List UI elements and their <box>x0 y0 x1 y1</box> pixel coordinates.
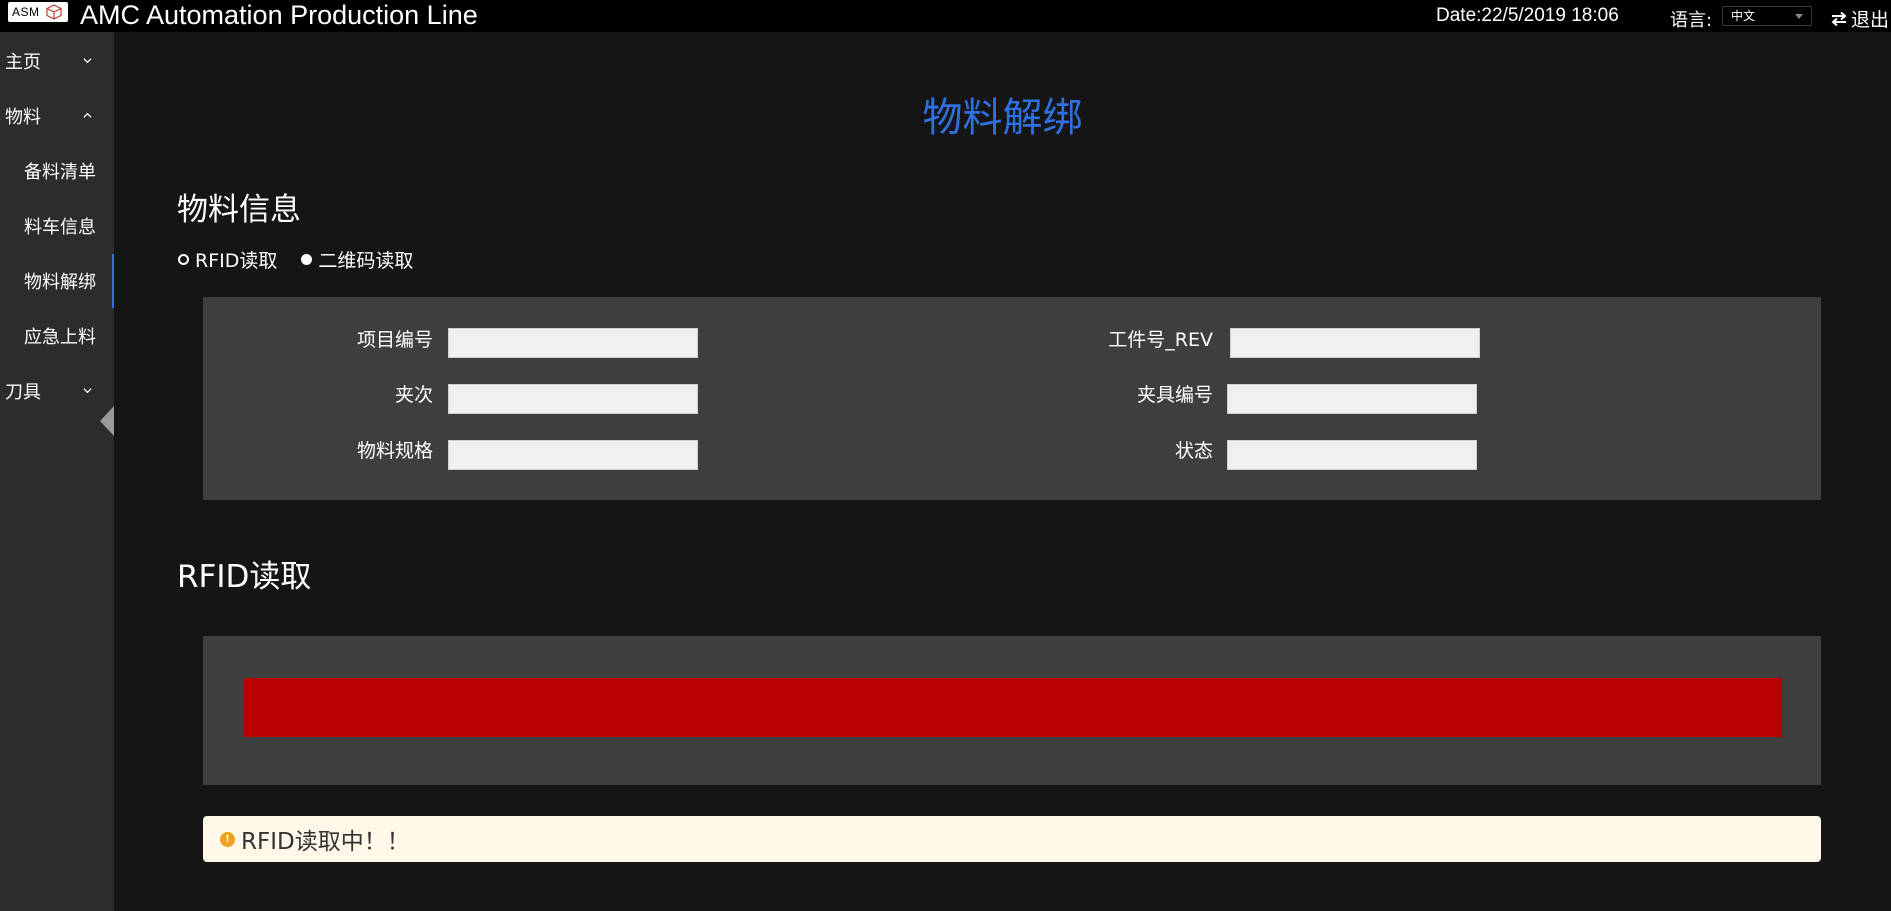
chevron-down-icon <box>83 388 92 394</box>
warning-icon: ! <box>220 831 235 847</box>
material-spec-label: 物料规格 <box>356 440 433 462</box>
chevron-down-icon <box>83 58 92 64</box>
rfid-status-bar <box>244 678 1782 737</box>
sidebar-item-label: 主页 <box>5 52 41 73</box>
radio-label: 二维码读取 <box>318 250 414 272</box>
caret-down-icon <box>1795 14 1803 19</box>
logo-text: ASM <box>12 5 40 19</box>
radio-unchecked-icon <box>178 254 189 265</box>
material-info-heading: 物料信息 <box>177 192 301 228</box>
sidebar-item-prep-list[interactable]: 备料清单 <box>0 151 114 191</box>
alert-text: RFID读取中！！ <box>241 829 410 855</box>
swap-arrows-icon <box>1831 11 1847 26</box>
language-select-value: 中文 <box>1731 9 1756 23</box>
material-spec-input[interactable] <box>448 440 698 470</box>
radio-label: RFID读取 <box>195 250 278 272</box>
top-bar: ASM AMC Automation Production Line Date:… <box>0 0 1891 32</box>
sidebar-item-material-unbind[interactable]: 物料解绑 <box>0 254 114 308</box>
page-title: 物料解绑 <box>922 95 1083 141</box>
collapse-sidebar-icon[interactable] <box>98 406 114 436</box>
chevron-up-icon <box>83 112 92 118</box>
asm-logo: ASM <box>8 2 68 22</box>
read-mode-radio-group: RFID读取 二维码读取 <box>178 246 431 273</box>
workpiece-rev-input[interactable] <box>1230 328 1480 358</box>
app-title: AMC Automation Production Line <box>80 0 478 30</box>
workpiece-rev-label: 工件号_REV <box>1108 329 1213 351</box>
sidebar-item-label: 刀具 <box>5 382 41 403</box>
date-display: Date:22/5/2019 18:06 <box>1436 5 1619 26</box>
sidebar-item-label: 物料 <box>5 107 41 128</box>
sidebar-item-label: 料车信息 <box>24 217 96 238</box>
cube-logo-icon <box>45 4 62 20</box>
rfid-read-heading: RFID读取 <box>177 559 312 595</box>
sidebar-item-material[interactable]: 物料 <box>0 96 114 136</box>
sidebar-item-label: 备料清单 <box>24 162 96 183</box>
sidebar-item-cart-info[interactable]: 料车信息 <box>0 206 114 246</box>
sidebar-item-emergency-load[interactable]: 应急上料 <box>0 316 114 356</box>
fixture-no-label: 夹具编号 <box>1136 384 1213 406</box>
sidebar: 主页 物料 备料清单 料车信息 物料解绑 应急上料 刀具 <box>0 32 114 911</box>
language-label: 语言: <box>1670 10 1713 31</box>
rfid-alert: ! RFID读取中！！ <box>203 816 1821 862</box>
radio-qrcode-read[interactable]: 二维码读取 <box>301 246 413 273</box>
sidebar-item-label: 应急上料 <box>24 327 96 348</box>
batch-input[interactable] <box>448 384 698 414</box>
logout-label: 退出 <box>1851 9 1890 31</box>
batch-label: 夹次 <box>394 384 433 406</box>
sidebar-item-label: 物料解绑 <box>24 272 96 293</box>
sidebar-item-home[interactable]: 主页 <box>0 41 114 81</box>
logout-button[interactable]: 退出 <box>1830 5 1889 32</box>
fixture-no-input[interactable] <box>1227 384 1477 414</box>
project-no-label: 项目编号 <box>356 329 433 351</box>
status-label: 状态 <box>1174 440 1213 462</box>
radio-rfid-read[interactable]: RFID读取 <box>178 246 277 273</box>
status-input[interactable] <box>1227 440 1477 470</box>
material-info-panel: 项目编号 夹次 物料规格 工件号_REV 夹具编号 状态 <box>203 297 1821 500</box>
language-select[interactable]: 中文 <box>1722 6 1812 26</box>
radio-checked-icon <box>301 254 313 265</box>
project-no-input[interactable] <box>448 328 698 358</box>
sidebar-item-tools[interactable]: 刀具 <box>0 371 114 411</box>
